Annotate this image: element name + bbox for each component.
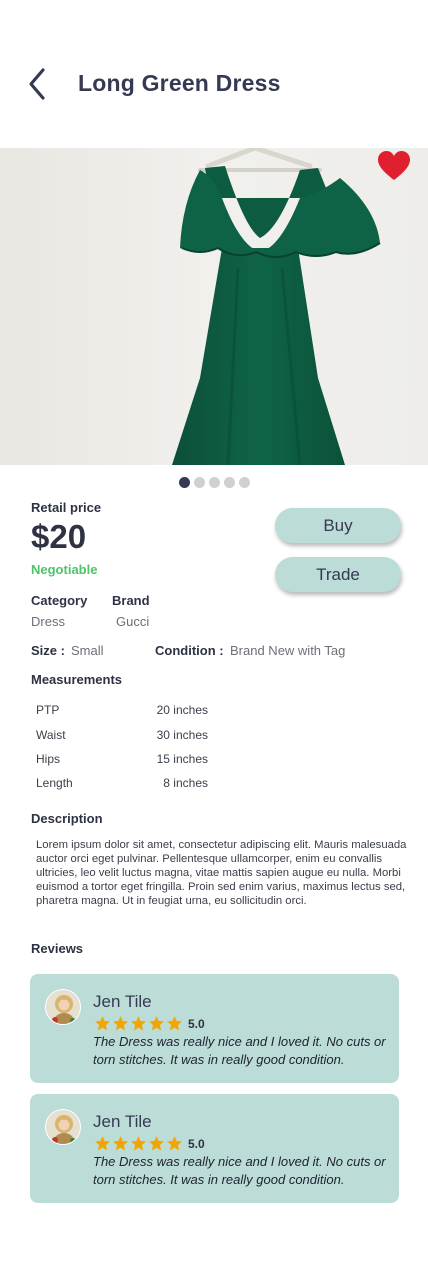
carousel-dot[interactable]	[179, 477, 190, 488]
carousel-indicator	[179, 477, 250, 488]
star-icon	[113, 1136, 128, 1151]
price: $20	[31, 518, 87, 555]
measurements-title: Measurements	[31, 672, 123, 687]
rating-value: 5.0	[188, 1017, 205, 1031]
size-label: Size :	[31, 643, 65, 658]
heart-icon	[378, 151, 410, 180]
review-text: The Dress was really nice and I loved it…	[93, 1154, 386, 1187]
trade-button[interactable]: Trade	[275, 557, 401, 592]
reviewer-name: Jen Tile	[93, 992, 152, 1011]
carousel-dot[interactable]	[209, 477, 220, 488]
star-icon	[149, 1136, 164, 1151]
dress-photo	[0, 148, 428, 465]
star-icon	[95, 1016, 110, 1031]
star-icon	[149, 1016, 164, 1031]
measurement-value: 8 inches	[163, 776, 208, 790]
star-icon	[113, 1016, 128, 1031]
condition-label: Condition :	[155, 643, 224, 658]
reviewer-name: Jen Tile	[93, 1112, 152, 1131]
measurement-name: Length	[36, 776, 73, 790]
measurement-name: Waist	[36, 728, 66, 742]
star-icon	[167, 1136, 182, 1151]
buy-button[interactable]: Buy	[275, 508, 401, 543]
category-value: Dress	[31, 614, 65, 629]
carousel-dot[interactable]	[239, 477, 250, 488]
page-title: Long Green Dress	[78, 70, 281, 96]
measurement-value: 30 inches	[156, 728, 208, 742]
avatar[interactable]	[45, 989, 81, 1025]
carousel-dot[interactable]	[194, 477, 205, 488]
rating-value: 5.0	[188, 1137, 205, 1151]
chevron-left-icon	[29, 68, 45, 100]
size-value: Small	[71, 643, 104, 658]
measurement-value: 15 inches	[156, 752, 208, 766]
star-icon	[131, 1136, 146, 1151]
measurement-value: 20 inches	[156, 703, 208, 717]
star-icon	[131, 1016, 146, 1031]
favorite-button[interactable]	[377, 150, 411, 182]
avatar-photo	[46, 1110, 80, 1144]
review-card: Jen Tile 5.0 The Dress was really nice a…	[30, 1094, 399, 1203]
star-icon	[167, 1016, 182, 1031]
review-card: Jen Tile 5.0 The Dress was really nice a…	[30, 974, 399, 1083]
product-image[interactable]	[0, 148, 428, 465]
measurement-name: PTP	[36, 703, 60, 717]
brand-label: Brand	[112, 593, 150, 608]
description-title: Description	[31, 811, 103, 826]
negotiable-badge: Negotiable	[31, 562, 98, 577]
header: Long Green Dress	[0, 60, 428, 110]
avatar[interactable]	[45, 1109, 81, 1145]
carousel-dot[interactable]	[224, 477, 235, 488]
brand-value: Gucci	[116, 614, 150, 629]
category-label: Category	[31, 593, 88, 608]
star-icon	[95, 1136, 110, 1151]
condition-value: Brand New with Tag	[230, 643, 346, 658]
star-rating	[94, 1015, 183, 1032]
review-text: The Dress was really nice and I loved it…	[93, 1034, 386, 1067]
description-text: Lorem ipsum dolor sit amet, consectetur …	[36, 839, 407, 907]
back-button[interactable]	[26, 66, 50, 102]
avatar-photo	[46, 990, 80, 1024]
reviews-title: Reviews	[31, 941, 84, 956]
retail-price-label: Retail price	[31, 500, 102, 515]
measurement-name: Hips	[36, 752, 61, 766]
star-rating	[94, 1135, 183, 1152]
